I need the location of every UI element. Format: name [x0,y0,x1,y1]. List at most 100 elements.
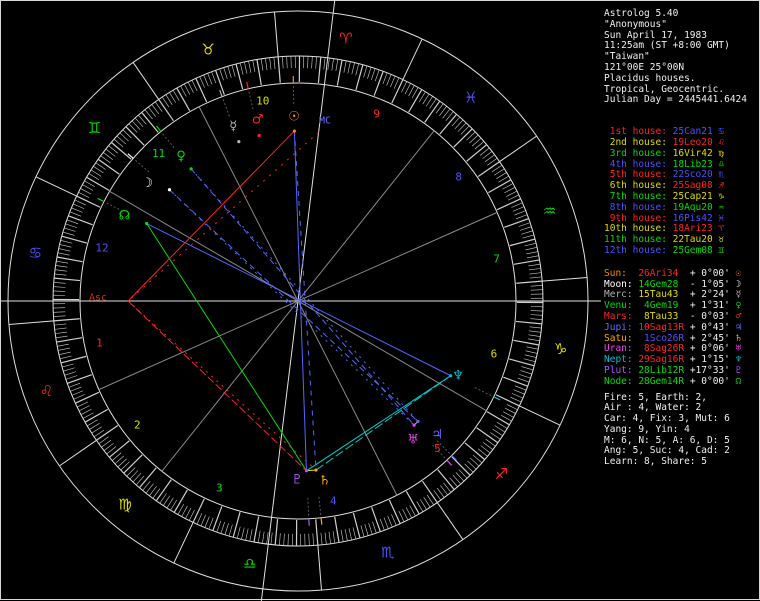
degree-tick [520,227,531,231]
degree-tick [109,441,129,458]
degree-tick [375,70,379,81]
degree-tick [508,195,519,200]
degree-tick [78,192,89,197]
degree-tick [209,518,213,529]
degree-tick [513,340,539,345]
degree-tick [70,387,81,391]
aspect-line-moon-uranus [169,190,414,425]
stats-text: Car: 4, Fix: 3, Mut: 6 [604,413,730,424]
degree-tick [58,348,70,350]
house-number: 10 [256,95,269,108]
house-cusp-value: 19Aqu20 [673,202,713,213]
degree-tick [516,321,542,323]
degree-tick [526,347,538,349]
degree-tick [349,528,352,540]
degree-tick [69,383,80,387]
degree-tick [506,191,517,196]
degree-tick [59,352,71,355]
planet-row: Node: 28Gem14R + 0°00' ☊ [604,377,759,388]
degree-tick [228,66,231,77]
node-glyph: ☊ [119,209,131,224]
degree-tick [399,511,404,522]
degree-tick [328,58,330,70]
degree-tick [208,73,212,84]
degree-tick [394,78,399,89]
asc-label: Asc [89,293,107,304]
degree-tick [225,523,229,534]
degree-tick [81,409,92,415]
degree-tick [524,359,536,362]
house-sign-glyph: ♋ [713,126,724,137]
degree-tick [274,57,275,69]
degree-tick [284,534,285,546]
degree-tick [213,506,222,530]
house-sign-glyph: ♍ [713,148,724,159]
planet-glyph: ☊ [730,376,741,387]
planet-position-value: 8Tau33 [638,311,684,322]
degree-tick [197,513,202,524]
planet-latitude: + 1°15' [684,354,730,365]
degree-tick [287,56,288,68]
degree-tick [254,516,259,542]
house-number: 11 [152,147,165,160]
degree-tick [531,315,543,316]
house-sign-glyph: ♈ [713,223,724,234]
degree-tick [496,395,519,406]
degree-tick [365,524,368,535]
degree-tick [341,530,343,542]
astrolog-window: ♈♉♊♋♌♍♎♏♐♑♒♓123456789101112☉☽☿♀♂♃♄♅♆♇☊As… [0,0,760,600]
degree-tick [420,499,426,509]
degree-tick [530,319,542,320]
planet-pointer [308,498,309,517]
sign-boundary [174,522,193,563]
house-cusp-value: 16Pis42 [673,213,713,224]
venus-glyph: ♀ [176,149,186,164]
planet-position-value: 14Gem28 [638,279,684,290]
degree-tick [497,199,521,210]
aspect-line-venus-uranus [191,169,414,425]
planet-position-value: 28Lib12R [638,365,684,376]
degree-tick [528,339,540,341]
degree-tick [77,402,88,407]
house-cusp-value: 22Sco20 [673,169,713,180]
zodiac-aquarius-glyph: ♒ [543,202,556,220]
house-cusp-value: 19Leo20 [673,137,713,148]
degree-tick [63,368,74,371]
degree-tick [54,278,80,280]
planet-glyph: ☽ [730,279,741,290]
degree-tick [527,256,539,258]
degree-tick [205,516,210,527]
house-label: 2nd house: [604,137,673,148]
degree-tick [329,532,331,544]
house-number: 7 [493,252,500,265]
planet-label: Node: [604,376,638,387]
degree-tick [237,527,240,539]
sign-boundary [9,321,54,325]
planet-latitude: +17°33' [684,365,730,376]
degree-tick [467,145,487,162]
degree-tick [232,65,235,77]
sign-boundary [437,503,463,540]
planet-latitude: + 2°45' [684,333,730,344]
degree-tick [526,351,538,354]
house-sign-glyph: ♌ [713,137,724,148]
degree-tick [54,282,66,283]
degree-tick [279,533,280,545]
degree-tick [520,370,531,374]
stats-text: Yang: 9, Yin: 4 [604,424,690,435]
degree-tick [267,532,269,544]
degree-tick [345,529,347,541]
planet-point-mars [258,134,261,137]
planet-latitude: + 0°00' [684,268,730,279]
zodiac-capricorn-glyph: ♑ [554,340,567,358]
planet-glyph: ♂ [730,311,741,322]
zodiac-gemini-glyph: ♊ [88,119,101,137]
house-number: 12 [95,242,108,255]
planet-label: Plut: [604,365,638,376]
degree-tick [67,375,91,384]
planet-glyph: ♅ [730,343,741,354]
sign-boundary [36,177,77,196]
degree-tick [111,142,131,159]
degree-tick [67,220,78,224]
degree-tick [529,335,541,337]
